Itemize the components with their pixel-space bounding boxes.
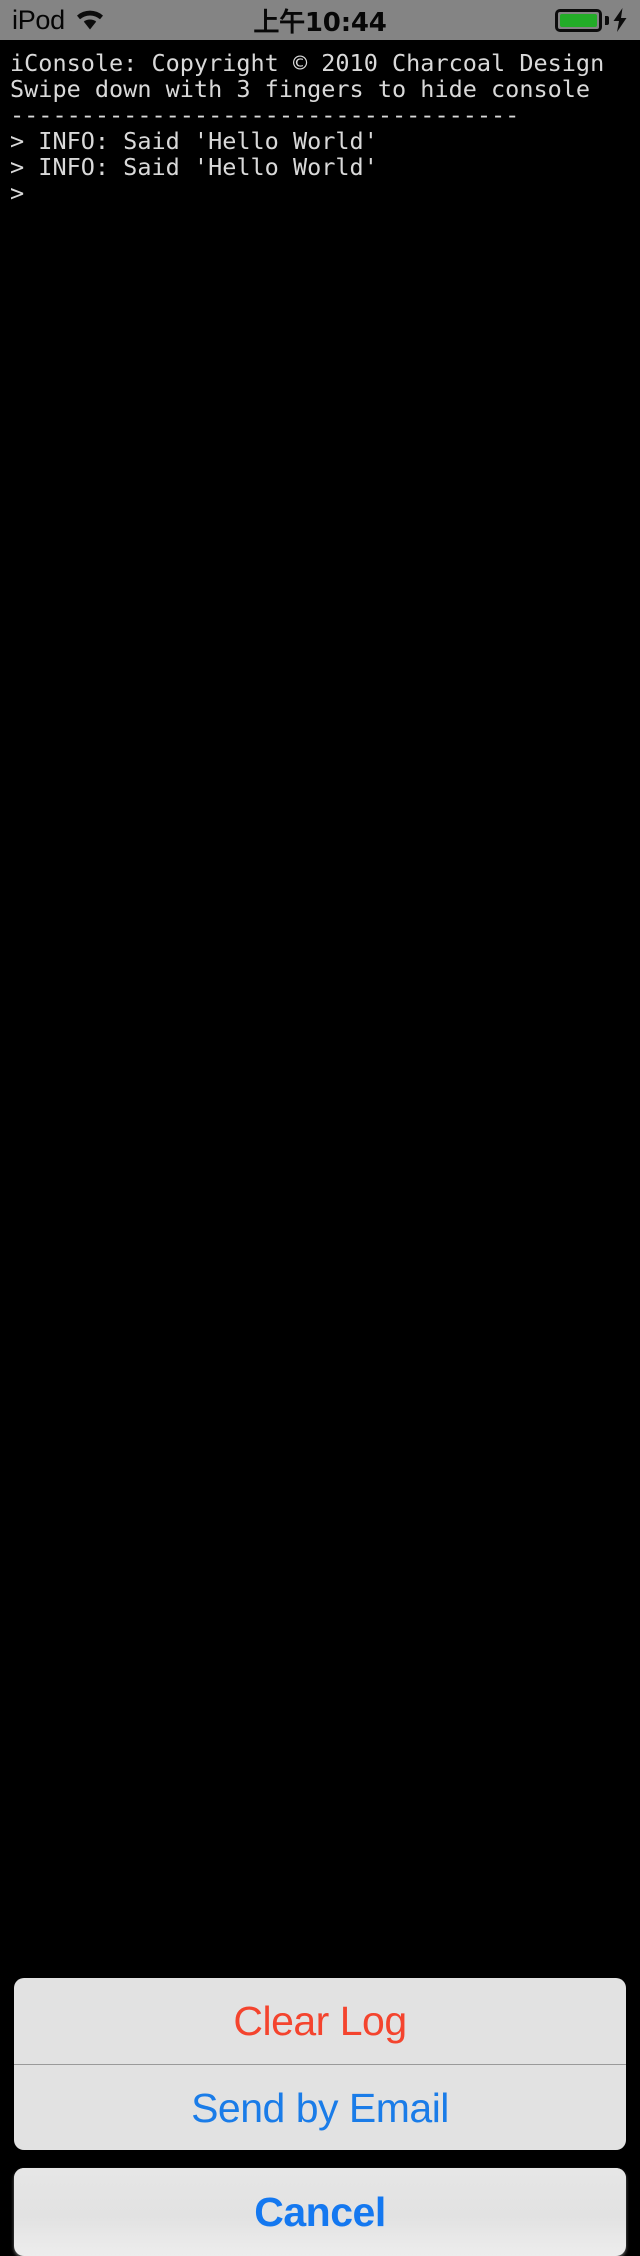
battery-nub-icon xyxy=(605,15,609,25)
console-area[interactable]: iConsole: Copyright © 2010 Charcoal Desi… xyxy=(0,40,640,1136)
clear-log-button[interactable]: Clear Log xyxy=(14,1978,626,2064)
send-by-email-button-label: Send by Email xyxy=(191,2084,449,2131)
battery-full-icon xyxy=(555,8,602,32)
clock-label: 上午10:44 xyxy=(253,7,387,38)
send-by-email-button[interactable]: Send by Email xyxy=(14,2065,626,2150)
battery-fill xyxy=(560,13,597,27)
lightning-bolt-icon xyxy=(611,8,628,32)
carrier-label: iPod xyxy=(12,4,65,35)
status-bar-left: iPod xyxy=(12,4,106,35)
cancel-button-label: Cancel xyxy=(254,2188,386,2235)
action-sheet-button-group: Clear Log Send by Email xyxy=(14,1978,626,2150)
wifi-icon xyxy=(74,8,106,32)
console-log-text: iConsole: Copyright © 2010 Charcoal Desi… xyxy=(10,49,605,207)
status-bar: iPod 上午10:44 xyxy=(0,0,640,40)
clear-log-button-label: Clear Log xyxy=(233,1997,407,2044)
status-bar-right xyxy=(555,8,628,32)
cancel-button[interactable]: Cancel xyxy=(14,2168,626,2256)
